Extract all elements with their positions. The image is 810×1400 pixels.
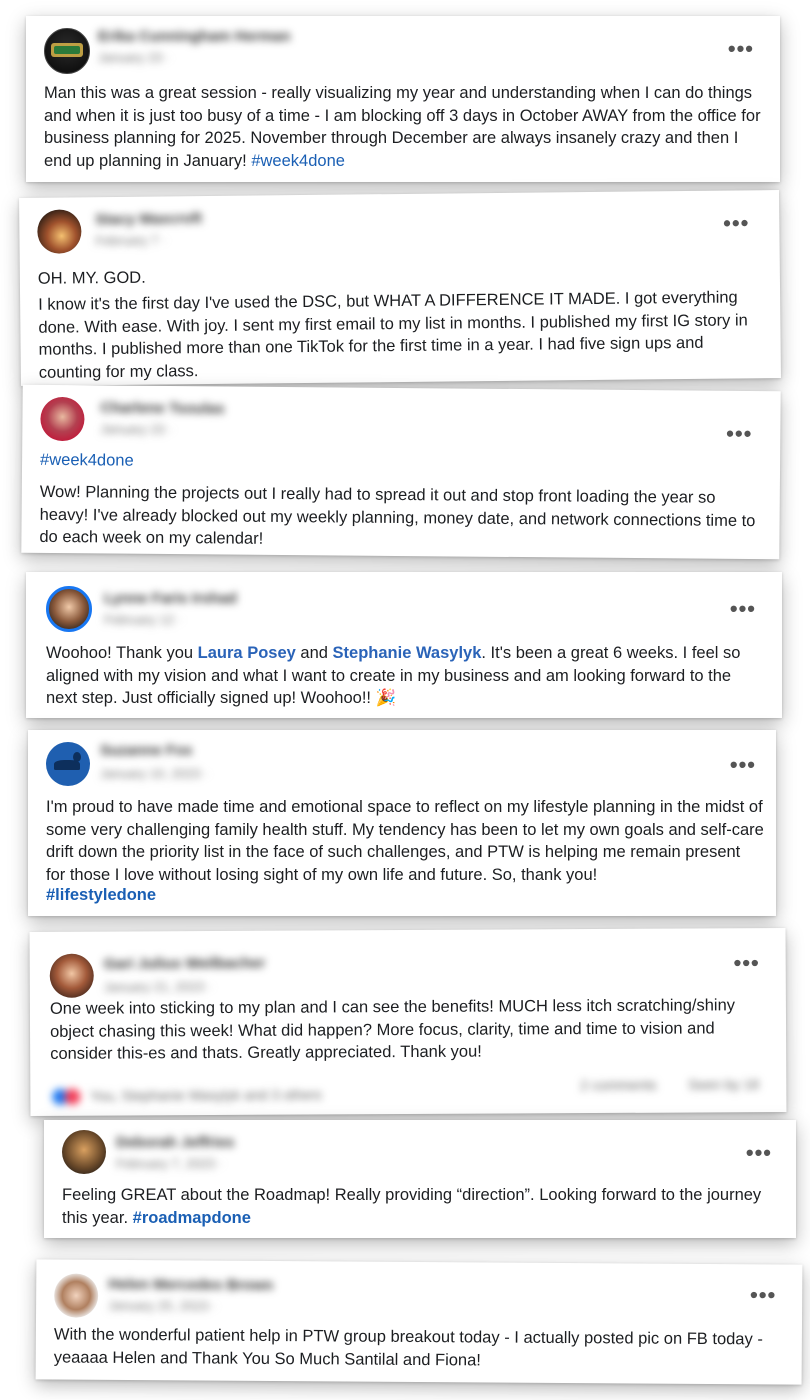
more-options-icon[interactable]: ••• (728, 38, 754, 60)
comments-count[interactable]: 2 comments (580, 1077, 656, 1093)
author-name[interactable]: Lynne Faris Irshad (104, 590, 237, 607)
avatar[interactable] (62, 1130, 106, 1174)
post-body: I'm proud to have made time and emotiona… (46, 798, 764, 884)
post-card: Gari Julius Weilbacher January 21, 2023 … (29, 928, 787, 1116)
post-date[interactable]: January 25, 2023 · (108, 1298, 217, 1314)
avatar[interactable] (46, 742, 90, 786)
hashtag-link[interactable]: #lifestyledone (46, 884, 156, 907)
post-body: Man this was a great session - really vi… (44, 84, 761, 170)
more-options-icon[interactable]: ••• (723, 210, 749, 235)
author-name[interactable]: Deborah Jeffries (116, 1134, 234, 1151)
hashtag-link[interactable]: #week4done (40, 449, 134, 472)
post-date[interactable]: January 21, 2023 · (104, 979, 212, 995)
post-body-and: and (295, 644, 333, 662)
mention-link[interactable]: Stephanie Wasylyk (333, 644, 482, 662)
author-name[interactable]: Gari Julius Weilbacher (104, 955, 266, 973)
more-options-icon[interactable]: ••• (746, 1142, 772, 1164)
post-card: Deborah Jeffries February 7, 2023 · ••• … (44, 1120, 796, 1238)
reaction-names[interactable]: You, Stephanie Wasylyk and 3 others (90, 1086, 322, 1103)
post-card: Suzanne Fox January 10, 2023 · ••• I'm p… (28, 730, 776, 916)
post-intro: OH. MY. GOD. (37, 268, 146, 288)
post-card: Erika Cunningham Herman January 23 · •••… (26, 16, 780, 182)
post-date[interactable]: February 7 · (95, 232, 166, 248)
author-name[interactable]: Stacy Maxcroft (95, 210, 202, 228)
post-date[interactable]: February 12 · (104, 612, 182, 627)
post-date[interactable]: January 23 · (98, 50, 170, 65)
post-text: Man this was a great session - really vi… (44, 82, 764, 172)
more-options-icon[interactable]: ••• (730, 754, 756, 776)
author-name[interactable]: Suzanne Fox (100, 742, 193, 759)
post-body: With the wonderful patient help in PTW g… (53, 1325, 763, 1369)
post-text: Feeling GREAT about the Roadmap! Really … (62, 1184, 784, 1229)
author-name[interactable]: Erika Cunningham Herman (98, 28, 291, 45)
more-options-icon[interactable]: ••• (726, 421, 752, 446)
reaction-summary[interactable]: You, Stephanie Wasylyk and 3 others (52, 1086, 322, 1106)
more-options-icon[interactable]: ••• (734, 950, 760, 975)
post-body: One week into sticking to my plan and I … (49, 996, 736, 1063)
post-card: Stacy Maxcroft February 7 · ••• OH. MY. … (19, 190, 781, 386)
more-options-icon[interactable]: ••• (730, 598, 756, 620)
hashtag-link[interactable]: #week4done (251, 152, 345, 170)
avatar[interactable] (40, 396, 85, 442)
author-name[interactable]: Helen Mercedes Brown (108, 1276, 273, 1294)
avatar[interactable] (44, 28, 90, 74)
post-date[interactable]: January 10, 2023 · (100, 766, 208, 781)
post-card: Charlene Tsoulas January 23 · ••• #week4… (21, 384, 781, 560)
post-card: Lynne Faris Irshad February 12 · ••• Woo… (26, 572, 782, 718)
post-card: Helen Mercedes Brown January 25, 2023 · … (35, 1259, 803, 1385)
more-options-icon[interactable]: ••• (750, 1282, 776, 1307)
author-name[interactable]: Charlene Tsoulas (100, 399, 224, 417)
seen-count[interactable]: Seen by 18 (688, 1076, 759, 1092)
avatar[interactable] (54, 1273, 99, 1318)
post-body: I know it's the first day I've used the … (38, 288, 748, 382)
hashtag-link[interactable]: #roadmapdone (133, 1209, 251, 1227)
post-date[interactable]: February 7, 2023 · (116, 1156, 223, 1171)
post-date[interactable]: January 23 · (100, 421, 172, 437)
avatar[interactable] (37, 209, 82, 254)
post-body-start: Woohoo! Thank you (46, 644, 198, 662)
post-text: Woohoo! Thank you Laura Posey and Stepha… (46, 642, 766, 710)
avatar[interactable] (49, 953, 94, 998)
mention-link[interactable]: Laura Posey (198, 644, 296, 662)
post-body: Wow! Planning the projects out I really … (39, 482, 756, 548)
avatar[interactable] (46, 586, 92, 632)
